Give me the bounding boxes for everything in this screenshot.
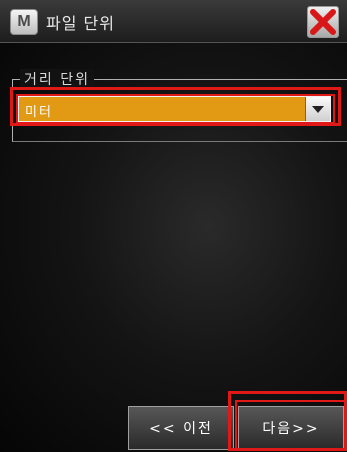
- distance-unit-label: 거리 단위: [20, 69, 94, 89]
- title-bar: M 파일 단위: [0, 0, 347, 43]
- close-x-icon: [310, 9, 336, 35]
- screen: M 파일 단위 거리 단위 미터 << 이전 다음>>: [0, 0, 347, 452]
- close-button[interactable]: [307, 6, 339, 38]
- dropdown-highlight-inner: [16, 94, 335, 124]
- previous-button[interactable]: << 이전: [128, 406, 234, 450]
- window-title: 파일 단위: [46, 14, 115, 33]
- next-highlight-inner: [235, 400, 347, 450]
- app-icon: M: [10, 9, 38, 35]
- app-icon-letter: M: [17, 13, 31, 30]
